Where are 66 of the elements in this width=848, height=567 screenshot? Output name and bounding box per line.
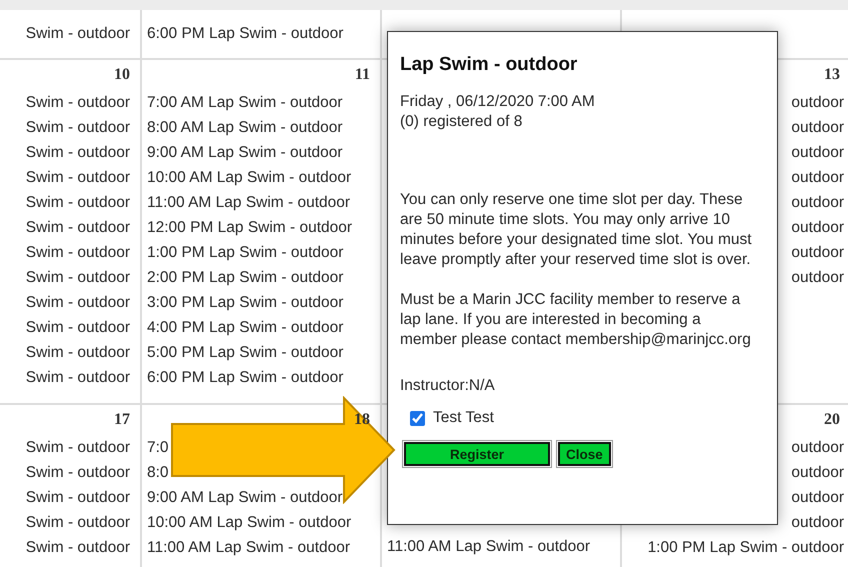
- class-entry[interactable]: 9:00 AM Lap Swim - outdoor: [147, 140, 343, 165]
- dialog-title: Lap Swim - outdoor: [400, 53, 578, 77]
- class-entry[interactable]: Swim - outdoor: [26, 90, 130, 115]
- description-text: Must be a Marin JCC facility member to reserve a lap lane. If you are interested in becoming a member please contact membership@marinjcc.org: [400, 290, 752, 350]
- class-entry[interactable]: 7:00 AM Lap Swim - outdoor: [147, 90, 343, 115]
- class-entry[interactable]: Swim - outdoor: [26, 215, 130, 240]
- class-date: Friday , 06/12/2020 7:00 AM: [400, 92, 596, 112]
- class-entry[interactable]: Swim - outdoor: [26, 535, 130, 560]
- class-entry[interactable]: outdoor: [791, 140, 844, 165]
- instructor-text: Instructor:N/A: [400, 376, 496, 396]
- attendee-checkbox[interactable]: [410, 410, 425, 426]
- day-number: 11: [354, 65, 371, 85]
- day-number: 20: [824, 410, 841, 430]
- class-entry[interactable]: Swim - outdoor: [26, 240, 130, 265]
- class-entry[interactable]: Swim - outdoor: [26, 115, 130, 140]
- class-entry[interactable]: Swim - outdoor: [26, 365, 130, 390]
- class-entry[interactable]: 7:0: [147, 435, 169, 460]
- class-entry[interactable]: Swim - outdoor: [26, 265, 130, 290]
- class-entry[interactable]: outdoor: [791, 460, 844, 485]
- class-entry[interactable]: outdoor: [791, 115, 844, 140]
- day-number: 10: [114, 65, 130, 85]
- day-number: 13: [824, 65, 841, 85]
- class-entry[interactable]: Swim - outdoor: [26, 165, 130, 190]
- class-entry[interactable]: Swim - outdoor: [26, 435, 130, 460]
- class-entry[interactable]: 6:00 PM Lap Swim - outdoor: [147, 21, 344, 46]
- class-entry[interactable]: Swim - outdoor: [26, 315, 130, 340]
- class-entry[interactable]: Swim - outdoor: [26, 21, 130, 46]
- class-entry[interactable]: 1:00 PM Lap Swim - outdoor: [648, 535, 844, 560]
- register-button[interactable]: Register: [404, 442, 550, 466]
- class-entry[interactable]: Swim - outdoor: [26, 460, 130, 485]
- class-entry[interactable]: 11:00 AM Lap Swim - outdoor: [147, 535, 350, 560]
- class-entry[interactable]: 6:00 PM Lap Swim - outdoor: [147, 365, 344, 390]
- class-entry[interactable]: 3:00 PM Lap Swim - outdoor: [147, 290, 344, 315]
- class-entry[interactable]: 8:00 AM Lap Swim - outdoor: [147, 115, 343, 140]
- attendee-name: Test Test: [433, 408, 494, 428]
- class-entry[interactable]: outdoor: [791, 215, 844, 240]
- class-entry[interactable]: 8:0: [147, 460, 169, 485]
- class-entry[interactable]: outdoor: [791, 485, 844, 510]
- class-entry[interactable]: outdoor: [791, 165, 844, 190]
- class-entry[interactable]: 12:00 PM Lap Swim - outdoor: [147, 215, 352, 240]
- class-entry[interactable]: Swim - outdoor: [26, 190, 130, 215]
- class-entry[interactable]: 1:00 PM Lap Swim - outdoor: [147, 240, 344, 265]
- description-text: You can only reserve one time slot per day. These are 50 minute time slots. You may only arrive 10 minutes before your designated time slot. You must leave promptly after your reserved time slot is over.: [400, 190, 753, 270]
- class-entry[interactable]: 4:00 PM Lap Swim - outdoor: [147, 315, 344, 340]
- close-button[interactable]: Close: [558, 442, 611, 466]
- class-entry[interactable]: 9:00 AM Lap Swim - outdoor: [147, 485, 343, 510]
- day-number: 18: [354, 410, 371, 430]
- class-entry[interactable]: outdoor: [791, 265, 844, 290]
- class-entry[interactable]: 2:00 PM Lap Swim - outdoor: [147, 265, 344, 290]
- class-entry[interactable]: 10:00 AM Lap Swim - outdoor: [147, 165, 352, 190]
- class-entry[interactable]: outdoor: [791, 510, 844, 535]
- class-entry[interactable]: 5:00 PM Lap Swim - outdoor: [147, 340, 344, 365]
- class-entry[interactable]: Swim - outdoor: [26, 290, 130, 315]
- class-entry[interactable]: 11:00 AM Lap Swim - outdoor: [387, 534, 590, 559]
- class-entry[interactable]: outdoor: [791, 190, 844, 215]
- class-entry[interactable]: 11:00 AM Lap Swim - outdoor: [147, 190, 350, 215]
- class-entry[interactable]: Swim - outdoor: [26, 140, 130, 165]
- class-entry[interactable]: outdoor: [791, 90, 844, 115]
- class-entry[interactable]: Swim - outdoor: [26, 485, 130, 510]
- class-entry[interactable]: Swim - outdoor: [26, 510, 130, 535]
- day-number: 17: [114, 410, 130, 430]
- class-entry[interactable]: outdoor: [791, 435, 844, 460]
- class-entry[interactable]: outdoor: [791, 240, 844, 265]
- class-entry[interactable]: Swim - outdoor: [26, 340, 130, 365]
- registered-count: (0) registered of 8: [400, 112, 524, 132]
- class-entry[interactable]: 10:00 AM Lap Swim - outdoor: [147, 510, 352, 535]
